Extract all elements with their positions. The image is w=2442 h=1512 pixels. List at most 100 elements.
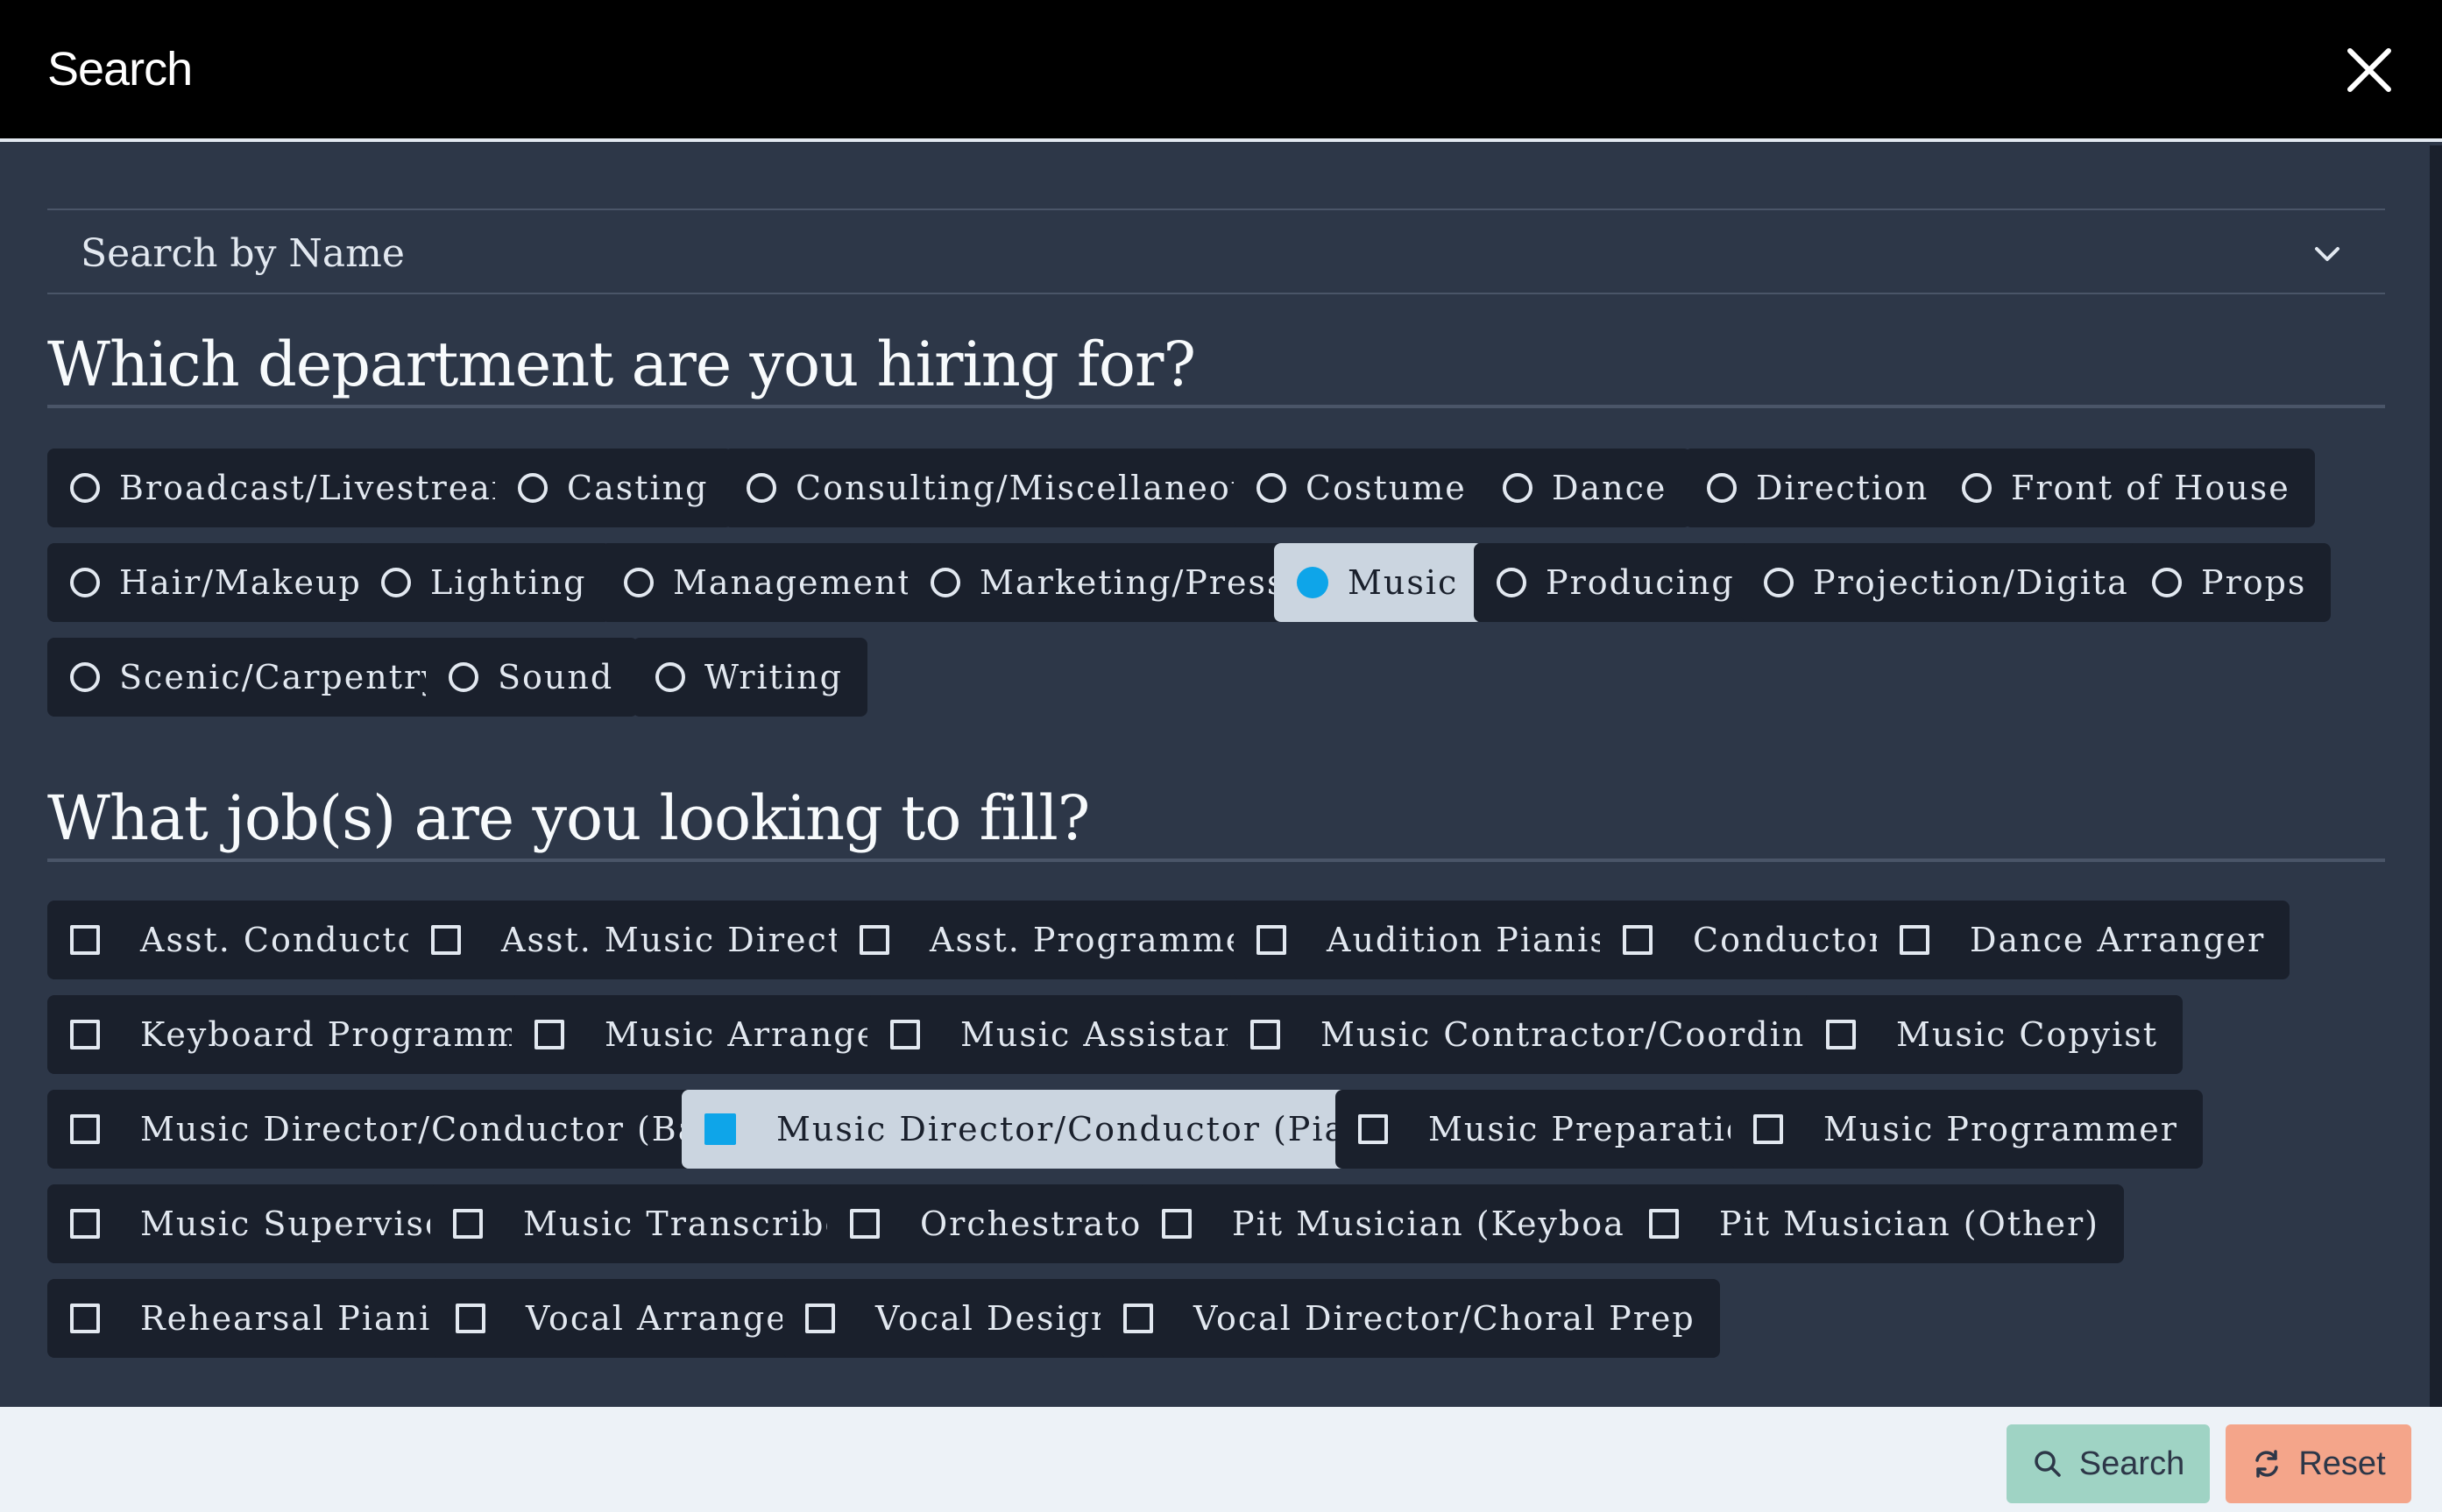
checkbox-icon	[70, 1209, 100, 1239]
job-label: Music Assistant	[960, 1015, 1254, 1054]
job-option[interactable]: Asst. Programmer	[837, 901, 1290, 979]
search-button[interactable]: Search	[2007, 1424, 2210, 1503]
department-option[interactable]: Sound	[426, 638, 639, 717]
department-label: Projection/Digital	[1813, 563, 2141, 602]
checkbox-icon	[850, 1209, 880, 1239]
department-option[interactable]: Lighting	[358, 543, 612, 622]
job-option[interactable]: Audition Pianist	[1234, 901, 1649, 979]
checkbox-icon	[1826, 1020, 1856, 1049]
job-label: Music Preparation	[1428, 1110, 1772, 1148]
department-label: Marketing/Press	[980, 563, 1286, 602]
department-label: Lighting	[430, 563, 587, 602]
department-option[interactable]: Front of House	[1939, 449, 2315, 527]
job-label: Music Director/Conductor (Baton)	[140, 1110, 775, 1148]
radio-icon	[2152, 568, 2182, 597]
job-option[interactable]: Vocal Director/Choral Prep	[1101, 1279, 1720, 1358]
department-option[interactable]: Scenic/Carpentry	[47, 638, 467, 717]
department-label: Sound	[498, 658, 614, 696]
department-option[interactable]: Hair/Makeup	[47, 543, 386, 622]
job-option[interactable]: Conductor	[1600, 901, 1911, 979]
radio-icon	[381, 568, 411, 597]
job-option[interactable]: Music Arranger	[512, 995, 921, 1074]
search-modal: Search Search by Name Which department a…	[0, 0, 2442, 1512]
job-option[interactable]: Rehearsal Pianist	[47, 1279, 491, 1358]
department-option[interactable]: Casting	[495, 449, 733, 527]
job-label: Vocal Arranger	[526, 1299, 805, 1338]
checkbox-icon	[1358, 1114, 1388, 1144]
checkbox-icon	[431, 925, 461, 955]
modal-title: Search	[47, 43, 193, 95]
job-label: Conductor	[1693, 921, 1886, 959]
checkbox-icon	[1162, 1209, 1192, 1239]
checkbox-icon	[805, 1304, 835, 1333]
job-label: Pit Musician (Other)	[1719, 1205, 2099, 1243]
radio-icon	[624, 568, 654, 597]
department-label: Writing	[704, 658, 843, 696]
job-option[interactable]: Pit Musician (Keyboard)	[1139, 1184, 1706, 1263]
job-label: Keyboard Programmer	[140, 1015, 560, 1054]
checkbox-icon	[1649, 1209, 1679, 1239]
department-option[interactable]: Consulting/Miscellaneous	[724, 449, 1298, 527]
job-option[interactable]: Music Preparation	[1335, 1090, 1796, 1169]
checkbox-icon	[890, 1020, 920, 1049]
checkbox-icon	[1250, 1020, 1280, 1049]
department-option[interactable]: Marketing/Press	[908, 543, 1311, 622]
scrollbar-track[interactable]	[2430, 145, 2442, 1407]
checkbox-icon	[1753, 1114, 1783, 1144]
checkbox-icon	[70, 925, 100, 955]
job-option[interactable]: Vocal Arranger	[433, 1279, 830, 1358]
job-option[interactable]: Vocal Design	[782, 1279, 1139, 1358]
search-by-select[interactable]: Search by Name	[47, 208, 2385, 294]
job-option[interactable]: Orchestrator	[827, 1184, 1185, 1263]
department-option[interactable]: Management	[601, 543, 938, 622]
job-option[interactable]: Music Copyist	[1803, 995, 2184, 1074]
job-option[interactable]: Keyboard Programmer	[47, 995, 584, 1074]
job-option[interactable]: Music Assistant	[867, 995, 1278, 1074]
search-button-label: Search	[2078, 1445, 2185, 1482]
job-option[interactable]: Music Supervisor	[47, 1184, 490, 1263]
radio-icon	[1256, 473, 1286, 503]
checkbox-icon	[534, 1020, 564, 1049]
close-icon	[2347, 48, 2391, 92]
department-option[interactable]: Costume	[1234, 449, 1491, 527]
department-option-selected[interactable]: Music	[1274, 543, 1483, 622]
department-option[interactable]: Dance	[1480, 449, 1692, 527]
job-label: Music Copyist	[1896, 1015, 2159, 1054]
job-label: Asst. Music Director	[501, 921, 883, 959]
job-label: Music Programmer	[1823, 1110, 2178, 1148]
reset-button[interactable]: Reset	[2226, 1424, 2411, 1503]
job-option[interactable]: Pit Musician (Other)	[1626, 1184, 2124, 1263]
radio-icon	[931, 568, 960, 597]
checkbox-icon	[1256, 925, 1286, 955]
job-label: Orchestrator	[920, 1205, 1160, 1243]
department-option[interactable]: Projection/Digital	[1741, 543, 2166, 622]
job-option[interactable]: Asst. Conductor	[47, 901, 462, 979]
job-label: Music Director/Conductor (Pianist)	[776, 1110, 1431, 1148]
job-label: Asst. Conductor	[140, 921, 437, 959]
job-option[interactable]: Music Programmer	[1731, 1090, 2203, 1169]
job-label: Music Contractor/Coordinator	[1320, 1015, 1882, 1054]
refresh-icon	[2255, 1450, 2279, 1478]
checkbox-icon	[453, 1209, 483, 1239]
job-option[interactable]: Music Transcriber	[430, 1184, 889, 1263]
job-label: Dance Arranger	[1970, 921, 2266, 959]
radio-icon	[518, 473, 548, 503]
checkbox-icon	[70, 1114, 100, 1144]
job-label: Pit Musician (Keyboard)	[1232, 1205, 1681, 1243]
department-label: Front of House	[2011, 469, 2290, 507]
department-label: Music	[1348, 563, 1459, 602]
department-label: Producing	[1546, 563, 1735, 602]
jobs-heading: What job(s) are you looking to fill?	[47, 778, 2385, 862]
job-option[interactable]: Asst. Music Director	[408, 901, 908, 979]
department-option[interactable]: Producing	[1474, 543, 1759, 622]
department-option[interactable]: Broadcast/Livestream	[47, 449, 549, 527]
checkbox-icon	[1623, 925, 1653, 955]
job-option[interactable]: Dance Arranger	[1877, 901, 2290, 979]
department-option[interactable]: Props	[2129, 543, 2332, 622]
checkbox-checked-icon	[704, 1113, 736, 1145]
department-option[interactable]: Writing	[633, 638, 867, 717]
close-button[interactable]	[2341, 42, 2397, 98]
department-label: Hair/Makeup	[119, 563, 362, 602]
department-label: Broadcast/Livestream	[119, 469, 525, 507]
department-option[interactable]: Direction	[1684, 449, 1954, 527]
